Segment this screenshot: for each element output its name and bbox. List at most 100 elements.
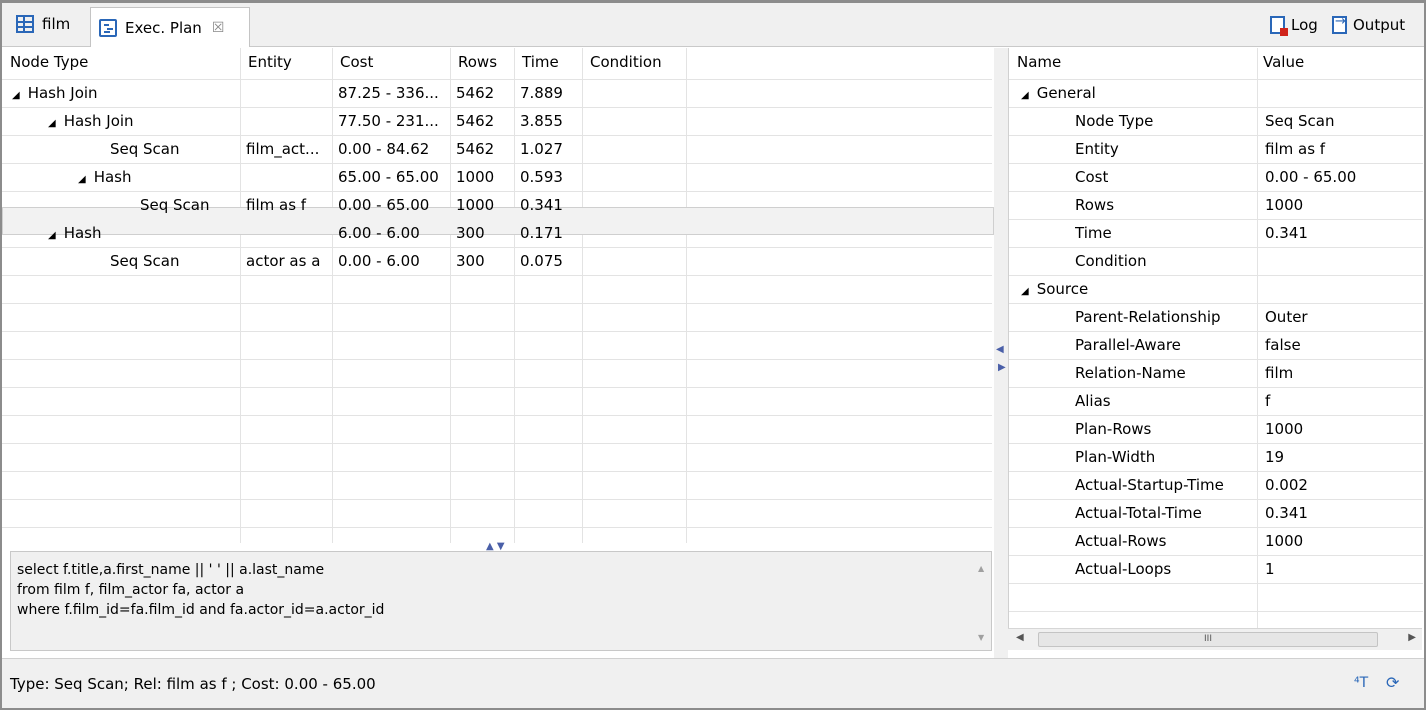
rows-cell: 1000 bbox=[456, 196, 495, 214]
table-row[interactable]: Seq Scan actor as a 0.00 - 6.00 300 0.075 bbox=[2, 247, 992, 275]
property-name: Source bbox=[1036, 280, 1089, 298]
panel-splitter[interactable]: ◀ ▶ bbox=[994, 48, 1008, 658]
table-row[interactable]: ◢ Hash Join 87.25 - 336... 5462 7.889 bbox=[2, 79, 992, 107]
collapse-left-icon[interactable]: ◀ bbox=[996, 344, 1004, 355]
rows-cell: 1000 bbox=[456, 168, 495, 186]
property-name-cell: Plan-Rows bbox=[1075, 415, 1151, 443]
expand-right-icon[interactable]: ▶ bbox=[998, 362, 1006, 373]
scroll-right-icon[interactable]: ▶ bbox=[1408, 632, 1416, 643]
property-row[interactable]: Alias f bbox=[1009, 387, 1423, 415]
expand-toggle-icon[interactable]: ◢ bbox=[1021, 82, 1029, 107]
property-row[interactable]: Rows 1000 bbox=[1009, 191, 1423, 219]
grid-line bbox=[2, 499, 992, 500]
property-row[interactable]: Condition bbox=[1009, 247, 1423, 275]
property-row[interactable]: Parallel-Aware false bbox=[1009, 331, 1423, 359]
property-name-cell: Relation-Name bbox=[1075, 359, 1186, 387]
property-row[interactable]: Actual-Total-Time 0.341 bbox=[1009, 499, 1423, 527]
property-name-cell: ◢ Source bbox=[1021, 275, 1088, 303]
column-header[interactable]: Condition bbox=[590, 48, 686, 76]
tab-exec-plan-label: Exec. Plan bbox=[125, 18, 202, 37]
property-row[interactable]: Parent-Relationship Outer bbox=[1009, 303, 1423, 331]
property-row[interactable]: Relation-Name film bbox=[1009, 359, 1423, 387]
tab-film[interactable]: film bbox=[8, 7, 92, 41]
scroll-thumb[interactable]: III bbox=[1038, 632, 1378, 647]
property-name: Condition bbox=[1075, 252, 1147, 270]
property-row[interactable]: Actual-Startup-Time 0.002 bbox=[1009, 471, 1423, 499]
scroll-left-icon[interactable]: ◀ bbox=[1016, 632, 1024, 643]
property-row[interactable]: Node Type Seq Scan bbox=[1009, 107, 1423, 135]
column-header[interactable]: Node Type bbox=[10, 48, 240, 76]
output-label: Output bbox=[1353, 16, 1406, 34]
property-value: Outer bbox=[1265, 308, 1308, 326]
property-name: Actual-Loops bbox=[1075, 560, 1172, 578]
format-icon[interactable]: ⁴T bbox=[1354, 675, 1368, 691]
column-header[interactable]: Entity bbox=[248, 48, 332, 76]
node-type-cell: Seq Scan bbox=[140, 191, 210, 219]
output-icon bbox=[1332, 14, 1347, 34]
expand-toggle-icon[interactable]: ◢ bbox=[48, 222, 56, 247]
node-type-cell: Seq Scan bbox=[110, 247, 180, 275]
properties-horizontal-scrollbar[interactable]: ◀ III ▶ bbox=[1008, 628, 1422, 650]
property-value: 1000 bbox=[1265, 196, 1304, 214]
tab-bar: film Exec. Plan ☒ Log Output bbox=[2, 3, 1424, 47]
property-name: Alias bbox=[1075, 392, 1111, 410]
condition-cell bbox=[588, 247, 684, 275]
table-row[interactable]: ◢ Hash Join 77.50 - 231... 5462 3.855 bbox=[2, 107, 992, 135]
tab-exec-plan[interactable]: Exec. Plan ☒ bbox=[90, 7, 250, 47]
table-row[interactable]: ◢ Hash 6.00 - 6.00 300 0.171 bbox=[2, 219, 992, 247]
property-group-row[interactable]: ◢ Source bbox=[1009, 275, 1423, 303]
time-cell: 3.855 bbox=[520, 112, 563, 130]
table-row[interactable]: ◢ Hash 65.00 - 65.00 1000 0.593 bbox=[2, 163, 992, 191]
expand-toggle-icon[interactable]: ◢ bbox=[48, 110, 56, 135]
rows-cell: 5462 bbox=[456, 140, 495, 158]
grid-line bbox=[2, 275, 992, 276]
property-name: Entity bbox=[1075, 140, 1119, 158]
sql-query-text[interactable]: select f.title,a.first_name || ' ' || a.… bbox=[10, 551, 992, 651]
column-header[interactable]: Cost bbox=[340, 48, 450, 76]
time-cell: 0.593 bbox=[520, 168, 563, 186]
sql-scrollbar[interactable]: ▲ ▼ bbox=[973, 552, 991, 650]
property-group-row[interactable]: ◢ General bbox=[1009, 79, 1423, 107]
node-type-label: Hash Join bbox=[27, 84, 98, 102]
column-header[interactable]: Time bbox=[522, 48, 582, 76]
scroll-up-icon[interactable]: ▲ bbox=[978, 564, 984, 573]
status-bar: Type: Seq Scan; Rel: film as f ; Cost: 0… bbox=[2, 658, 1424, 708]
output-button[interactable]: Output bbox=[1332, 13, 1405, 37]
property-name-cell: Condition bbox=[1075, 247, 1147, 275]
node-type-label: Hash Join bbox=[63, 112, 134, 130]
property-value: film as f bbox=[1265, 140, 1326, 158]
property-name-cell: Rows bbox=[1075, 191, 1114, 219]
exec-plan-icon bbox=[99, 18, 117, 37]
grid-line bbox=[2, 471, 992, 472]
property-name-cell: Time bbox=[1075, 219, 1112, 247]
scroll-down-icon[interactable]: ▼ bbox=[978, 633, 984, 642]
property-row[interactable]: Time 0.341 bbox=[1009, 219, 1423, 247]
table-row[interactable]: Seq Scan film as f 0.00 - 65.00 1000 0.341 bbox=[2, 191, 992, 219]
log-icon bbox=[1270, 16, 1288, 36]
property-row[interactable]: Entity film as f bbox=[1009, 135, 1423, 163]
property-row[interactable]: Actual-Loops 1 bbox=[1009, 555, 1423, 583]
property-row[interactable]: Actual-Rows 1000 bbox=[1009, 527, 1423, 555]
node-type-cell: ◢ Hash bbox=[48, 219, 102, 247]
property-name-cell: Actual-Startup-Time bbox=[1075, 471, 1224, 499]
property-column-header[interactable]: Value bbox=[1263, 48, 1304, 76]
expand-toggle-icon[interactable]: ◢ bbox=[78, 166, 86, 191]
sync-icon[interactable]: ⟳ bbox=[1386, 673, 1399, 692]
column-header[interactable]: Rows bbox=[458, 48, 514, 76]
property-column-header[interactable]: Name bbox=[1017, 48, 1061, 76]
property-row[interactable]: Plan-Rows 1000 bbox=[1009, 415, 1423, 443]
cost-cell: 0.00 - 65.00 bbox=[338, 196, 430, 214]
entity-cell: film_act... bbox=[246, 140, 320, 158]
condition-cell bbox=[588, 107, 684, 135]
property-row[interactable]: Plan-Width 19 bbox=[1009, 443, 1423, 471]
property-name: Actual-Rows bbox=[1075, 532, 1167, 550]
node-type-cell: ◢ Hash Join bbox=[12, 79, 98, 107]
property-row[interactable]: Cost 0.00 - 65.00 bbox=[1009, 163, 1423, 191]
log-button[interactable]: Log bbox=[1270, 13, 1318, 37]
sql-line: from film f, film_actor fa, actor a bbox=[17, 582, 245, 598]
table-row[interactable]: Seq Scan film_act... 0.00 - 84.62 5462 1.027 bbox=[2, 135, 992, 163]
expand-toggle-icon[interactable]: ◢ bbox=[1021, 278, 1029, 303]
expand-toggle-icon[interactable]: ◢ bbox=[12, 82, 20, 107]
close-tab-icon[interactable]: ☒ bbox=[212, 20, 225, 36]
property-value: 0.341 bbox=[1265, 224, 1308, 242]
